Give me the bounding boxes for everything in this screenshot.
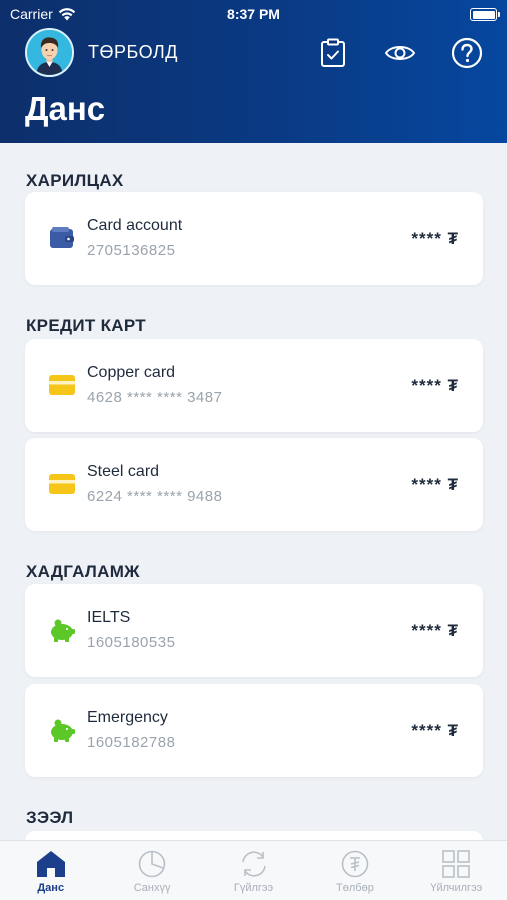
tab-label: Гүйлгээ — [233, 882, 274, 894]
tab-payments[interactable]: Төлбөр — [304, 841, 405, 900]
tab-label: Төлбөр — [336, 882, 374, 894]
clipboard-check-icon[interactable] — [316, 36, 350, 70]
piggy-bank-icon — [49, 717, 75, 743]
tab-label: Данс — [37, 882, 65, 894]
tab-finance[interactable]: Санхүү — [101, 841, 202, 900]
account-card[interactable]: Steel card 6224 **** **** 9488 **** ₮ — [25, 438, 483, 531]
section-title-credit-card: КРЕДИТ КАРТ — [26, 316, 146, 335]
account-card[interactable]: Card account 2705136825 **** ₮ — [25, 192, 483, 285]
avatar-image — [27, 30, 72, 75]
pie-chart-icon — [138, 850, 166, 878]
account-balance: **** ₮ — [411, 475, 459, 494]
account-card[interactable]: Emergency 1605182788 **** ₮ — [25, 684, 483, 777]
accounts-list[interactable]: ХАРИЛЦАХ Card account 2705136825 **** ₮ … — [0, 143, 507, 840]
account-name: Copper card — [87, 364, 176, 381]
account-name: Steel card — [87, 463, 160, 480]
account-number: 6224 **** **** 9488 — [87, 488, 223, 505]
account-balance: **** ₮ — [411, 721, 459, 740]
section-title-savings: ХАДГАЛАМЖ — [26, 562, 140, 581]
account-card[interactable]: IELTS 1605180535 **** ₮ — [25, 584, 483, 677]
tab-accounts[interactable]: Данс — [0, 841, 101, 900]
refresh-icon — [241, 851, 266, 877]
home-icon — [36, 851, 65, 877]
account-number: 2705136825 — [87, 242, 176, 259]
account-name: Card account — [87, 217, 183, 234]
tab-services[interactable]: Үйлчилгээ — [406, 841, 507, 900]
account-card[interactable] — [25, 831, 483, 840]
wallet-icon — [49, 225, 75, 251]
tab-transactions[interactable]: Гүйлгээ — [203, 841, 304, 900]
credit-card-icon — [49, 372, 75, 398]
app-header: Carrier 8:37 PM ТӨРБОЛД Данс — [0, 0, 507, 143]
tab-label: Санхүү — [133, 882, 171, 894]
eye-icon[interactable] — [383, 36, 417, 70]
status-bar: Carrier 8:37 PM — [10, 6, 500, 24]
account-number: 1605182788 — [87, 734, 176, 751]
username[interactable]: ТӨРБОЛД — [88, 42, 178, 63]
tab-bar: Данс Санхүү Гүйлгээ Төлбөр Үйлчилгээ — [0, 840, 507, 900]
avatar[interactable] — [25, 28, 74, 77]
status-time: 8:37 PM — [227, 6, 280, 22]
account-card[interactable]: Copper card 4628 **** **** 3487 **** ₮ — [25, 339, 483, 432]
battery-icon — [470, 8, 500, 21]
help-icon[interactable] — [450, 36, 484, 70]
account-name: IELTS — [87, 609, 131, 626]
piggy-bank-icon — [49, 617, 75, 643]
tab-label: Үйлчилгээ — [430, 882, 483, 894]
account-balance: **** ₮ — [411, 621, 459, 640]
account-number: 4628 **** **** 3487 — [87, 389, 223, 406]
account-name: Emergency — [87, 709, 168, 726]
account-number: 1605180535 — [87, 634, 176, 651]
grid-icon — [442, 850, 471, 878]
page-title: Данс — [25, 90, 106, 127]
account-balance: **** ₮ — [411, 229, 459, 248]
credit-card-icon — [49, 471, 75, 497]
section-title-loans: ЗЭЭЛ — [26, 808, 74, 827]
section-title-current: ХАРИЛЦАХ — [26, 171, 124, 190]
tugrik-coin-icon — [341, 850, 369, 878]
account-balance: **** ₮ — [411, 376, 459, 395]
